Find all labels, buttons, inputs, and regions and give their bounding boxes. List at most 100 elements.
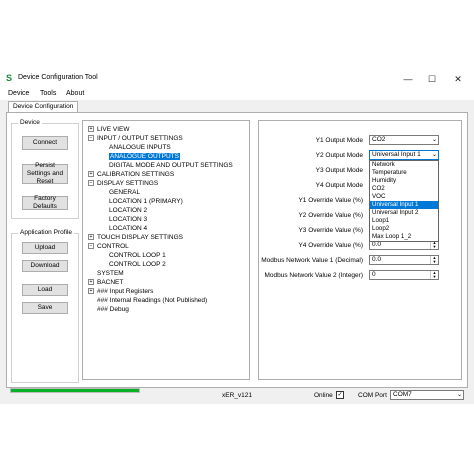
upload-button[interactable]: Upload: [22, 242, 68, 254]
spinner-arrows-icon[interactable]: ▲ ▼: [430, 256, 438, 264]
dropdown-option[interactable]: Loop1: [370, 217, 438, 225]
connect-button[interactable]: Connect: [22, 136, 68, 150]
progress-bar: [10, 388, 140, 393]
tree-node[interactable]: + TOUCH DISPLAY SETTINGS: [88, 233, 183, 242]
tree-node-label: SYSTEM: [97, 270, 124, 277]
y2-output-mode-label: Y2 Output Mode: [315, 152, 363, 159]
status-bar: xER_v121 Online ✓ COM Port COM7 ⌄: [0, 388, 474, 404]
tree-node[interactable]: + LIVE VIEW: [88, 125, 130, 134]
app-logo-icon: S: [6, 73, 13, 83]
modbus-integer-input[interactable]: 0 ▲ ▼: [369, 270, 439, 280]
device-group-title: Device: [18, 119, 42, 126]
expand-icon[interactable]: +: [88, 126, 94, 133]
tree-node-label: ### Debug: [97, 306, 129, 313]
tree-node[interactable]: CONTROL LOOP 1: [109, 251, 166, 260]
application-profile-group: Application Profile Upload Download Load…: [11, 229, 79, 383]
tree-node-label: ANALOGUE OUTPUTS: [109, 153, 180, 160]
settings-tree[interactable]: + LIVE VIEW − INPUT / OUTPUT SETTINGS ANALOG…: [82, 120, 250, 380]
tree-node[interactable]: SYSTEM: [88, 269, 124, 278]
tab-strip: Device Configuration: [0, 100, 474, 113]
minimize-button[interactable]: —: [396, 71, 420, 87]
load-button[interactable]: Load: [22, 284, 68, 296]
expand-icon[interactable]: +: [88, 171, 94, 178]
menu-about[interactable]: About: [66, 90, 84, 97]
online-label: Online: [314, 392, 333, 399]
y1-output-mode-select[interactable]: CO2 ⌄: [369, 135, 439, 145]
tree-node[interactable]: GENERAL: [109, 188, 140, 197]
close-button[interactable]: ✕: [446, 71, 470, 87]
dropdown-option[interactable]: CO2: [370, 185, 438, 193]
dropdown-option[interactable]: VOC: [370, 193, 438, 201]
dropdown-option[interactable]: Universal Input 1: [370, 201, 438, 209]
save-button[interactable]: Save: [22, 302, 68, 314]
expand-icon[interactable]: +: [88, 234, 94, 241]
tree-node-label: TOUCH DISPLAY SETTINGS: [97, 234, 183, 241]
com-port-label: COM Port: [358, 392, 387, 399]
properties-panel: Y1 Output Mode CO2 ⌄ Y2 Output Mode Univ…: [258, 120, 462, 380]
dropdown-option[interactable]: Temperature: [370, 169, 438, 177]
tree-node-label: CONTROL LOOP 1: [109, 252, 166, 259]
tree-node-label: INPUT / OUTPUT SETTINGS: [97, 135, 183, 142]
progress-fill: [11, 389, 139, 392]
collapse-icon[interactable]: −: [88, 243, 94, 250]
tree-node[interactable]: + CALIBRATION SETTINGS: [88, 170, 174, 179]
output-mode-dropdown-list[interactable]: Network Temperature Humidity CO2 VOC Universa…: [369, 160, 439, 242]
modbus-decimal-input[interactable]: 0.0 ▲ ▼: [369, 255, 439, 265]
tree-node[interactable]: LOCATION 3: [109, 215, 147, 224]
tree-node[interactable]: LOCATION 4: [109, 224, 147, 233]
tree-node[interactable]: DIGITAL MODE AND OUTPUT SETTINGS: [109, 161, 233, 170]
tree-node-label: DISPLAY SETTINGS: [97, 180, 159, 187]
dropdown-option[interactable]: Universal Input 2: [370, 209, 438, 217]
y2-output-mode-select[interactable]: Universal Input 1 ⌄: [369, 150, 439, 160]
maximize-button[interactable]: ☐: [420, 71, 444, 87]
app-window: S Device Configuration Tool — ☐ ✕ Device…: [0, 70, 474, 404]
y4-output-mode-label: Y4 Output Mode: [315, 182, 363, 189]
tree-node[interactable]: ### Debug: [88, 305, 129, 314]
y2-override-label: Y2 Override Value (%): [298, 212, 363, 219]
dropdown-option[interactable]: Loop2: [370, 225, 438, 233]
spinner-arrows-icon[interactable]: ▲ ▼: [430, 271, 438, 279]
tree-node[interactable]: + ### Input Registers: [88, 287, 153, 296]
menu-device[interactable]: Device: [8, 90, 29, 97]
collapse-icon[interactable]: −: [88, 135, 94, 142]
tree-node-label: LOCATION 3: [109, 216, 148, 223]
factory-defaults-button[interactable]: Factory Defaults: [22, 195, 68, 210]
com-port-select[interactable]: COM7 ⌄: [390, 390, 464, 400]
tree-node[interactable]: ### Internal Readings (Not Published): [88, 296, 207, 305]
dropdown-option[interactable]: Max Loop 1_2: [370, 233, 438, 241]
expand-icon[interactable]: +: [88, 288, 94, 295]
window-title: Device Configuration Tool: [18, 74, 98, 81]
tree-node[interactable]: − DISPLAY SETTINGS: [88, 179, 158, 188]
tree-node[interactable]: LOCATION 1 (PRIMARY): [109, 197, 183, 206]
online-checkbox[interactable]: ✓: [336, 391, 344, 399]
tree-node[interactable]: LOCATION 2: [109, 206, 147, 215]
menu-tools[interactable]: Tools: [40, 90, 56, 97]
spinner-arrows-icon[interactable]: ▲ ▼: [430, 241, 438, 249]
tree-node-label: LOCATION 1 (PRIMARY): [109, 198, 183, 205]
chevron-down-icon: ⌄: [456, 392, 462, 398]
tree-node-label: GENERAL: [109, 189, 141, 196]
tree-node-label: ### Input Registers: [97, 288, 154, 295]
tree-node-label: BACNET: [97, 279, 124, 286]
tree-node[interactable]: − INPUT / OUTPUT SETTINGS: [88, 134, 183, 143]
tree-node[interactable]: ANALOGUE INPUTS: [109, 143, 171, 152]
tree-node[interactable]: + BACNET: [88, 278, 123, 287]
tree-node[interactable]: CONTROL LOOP 2: [109, 260, 166, 269]
tree-node-label: CONTROL LOOP 2: [109, 261, 166, 268]
y3-override-label: Y3 Override Value (%): [298, 227, 363, 234]
menu-bar: Device Tools About: [0, 88, 474, 100]
y4-override-label: Y4 Override Value (%): [298, 242, 363, 249]
persist-settings-button[interactable]: Persist Settings and Reset: [22, 162, 68, 185]
tree-node[interactable]: − CONTROL: [88, 242, 129, 251]
tree-node[interactable]: ANALOGUE OUTPUTS: [109, 152, 180, 161]
title-bar: S Device Configuration Tool — ☐ ✕: [0, 70, 474, 88]
chevron-down-icon: ⌄: [431, 152, 437, 158]
collapse-icon[interactable]: −: [88, 180, 94, 187]
expand-icon[interactable]: +: [88, 279, 94, 286]
y3-output-mode-label: Y3 Output Mode: [315, 167, 363, 174]
download-button[interactable]: Download: [22, 260, 68, 272]
chevron-down-icon: ⌄: [431, 137, 437, 143]
profile-group-title: Application Profile: [18, 229, 75, 236]
dropdown-option[interactable]: Humidity: [370, 177, 438, 185]
dropdown-option[interactable]: Network: [370, 161, 438, 169]
